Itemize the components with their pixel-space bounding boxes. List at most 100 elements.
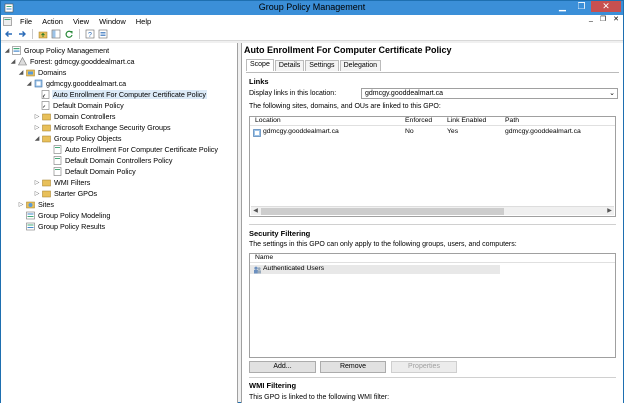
up-folder-button[interactable]	[38, 29, 48, 39]
remove-button[interactable]: Remove	[320, 361, 386, 373]
collapse-icon[interactable]: ◢	[25, 80, 33, 88]
links-listview[interactable]: Location Enforced Link Enabled Path gdmc…	[249, 116, 616, 217]
tab-settings[interactable]: Settings	[305, 60, 339, 71]
ou-folder-icon	[42, 113, 51, 121]
gpo-icon	[53, 167, 62, 176]
collapse-icon[interactable]: ◢	[33, 135, 41, 143]
minimize-button[interactable]: ▁	[553, 1, 572, 12]
tree-node-starter-gpos[interactable]: ▷ Starter GPOs	[33, 188, 98, 199]
tree-label: WMI Filters	[54, 178, 91, 187]
security-row[interactable]: Authenticated Users	[250, 265, 500, 274]
details-pane: Auto Enrollment For Computer Certificate…	[241, 43, 623, 403]
tree-node-gpo-folder[interactable]: ◢ Group Policy Objects	[33, 133, 123, 144]
expand-icon[interactable]: ▷	[33, 190, 41, 198]
forward-button[interactable]	[17, 29, 27, 39]
tab-scope[interactable]: Scope	[246, 59, 274, 71]
close-button[interactable]: ✕	[591, 1, 621, 12]
expand-icon[interactable]: ▷	[33, 113, 41, 121]
expand-icon[interactable]: ▷	[17, 201, 25, 209]
show-hide-tree-button[interactable]	[51, 29, 61, 39]
scroll-left-icon[interactable]: ◀	[251, 207, 260, 216]
gpo-icon	[53, 145, 62, 154]
column-name[interactable]: Name	[255, 254, 273, 261]
links-row[interactable]: gdmcgy.gooddealmart.ca No Yes gdmcgy.goo…	[250, 128, 615, 137]
child-minimize-button[interactable]: _	[589, 15, 593, 23]
scroll-right-icon[interactable]: ▶	[605, 207, 614, 216]
tree-node-root[interactable]: ◢ Group Policy Management	[3, 45, 110, 56]
column-link-enabled[interactable]: Link Enabled	[447, 117, 486, 124]
display-links-value: gdmcgy.gooddealmart.ca	[365, 90, 444, 97]
tree-label: Sites	[38, 200, 54, 209]
tree-label: Default Domain Policy	[53, 101, 124, 110]
folder-up-icon	[38, 31, 48, 38]
maximize-button[interactable]: ❐	[572, 1, 591, 12]
linked-description: The following sites, domains, and OUs ar…	[249, 103, 441, 110]
add-button[interactable]: Add...	[249, 361, 316, 373]
properties-button[interactable]: Properties	[391, 361, 457, 373]
link-enforced: No	[405, 128, 414, 135]
collapse-icon[interactable]: ◢	[9, 58, 17, 66]
expand-icon[interactable]: ▷	[33, 124, 41, 132]
tree-node-domains[interactable]: ◢ Domains	[17, 67, 67, 78]
properties-toolbar-button[interactable]	[98, 29, 108, 39]
security-list-header: Name	[250, 254, 615, 263]
child-close-button[interactable]: ✕	[613, 15, 619, 23]
title-bar: Group Policy Management ▁ ❐ ✕	[1, 1, 623, 15]
refresh-button[interactable]	[64, 29, 74, 39]
tab-delegation[interactable]: Delegation	[339, 60, 382, 71]
section-divider	[249, 224, 616, 225]
results-icon	[26, 222, 35, 231]
tree-node-forest[interactable]: ◢ Forest: gdmcgy.gooddealmart.ca	[9, 56, 136, 67]
wmi-filtering-description: This GPO is linked to the following WMI …	[249, 394, 390, 401]
tree-node-modeling[interactable]: Group Policy Modeling	[26, 210, 111, 221]
tree-label: Group Policy Modeling	[38, 211, 111, 220]
forward-arrow-icon	[19, 30, 26, 37]
refresh-icon	[65, 30, 73, 38]
menu-view[interactable]: View	[68, 17, 94, 26]
menu-action[interactable]: Action	[37, 17, 68, 26]
child-restore-button[interactable]: ❐	[600, 15, 606, 23]
back-button[interactable]	[4, 29, 14, 39]
display-links-dropdown[interactable]: gdmcgy.gooddealmart.ca ⌄	[361, 88, 618, 99]
tree-node-domain-controllers[interactable]: ▷ Domain Controllers	[33, 111, 117, 122]
scroll-thumb[interactable]	[261, 208, 504, 215]
menu-help[interactable]: Help	[131, 17, 156, 26]
tree-node-gpo-default-dc[interactable]: Default Domain Controllers Policy	[53, 155, 173, 166]
tab-details[interactable]: Details	[274, 60, 305, 71]
security-filtering-list[interactable]: Name Authenticated Users	[249, 253, 616, 358]
collapse-icon[interactable]: ◢	[17, 69, 25, 77]
tree-node-results[interactable]: Group Policy Results	[26, 221, 106, 232]
column-location[interactable]: Location	[255, 117, 281, 124]
collapse-icon[interactable]: ◢	[3, 47, 11, 55]
tree-node-wmi-filters[interactable]: ▷ WMI Filters	[33, 177, 91, 188]
tree-node-gpo-default-domain[interactable]: Default Domain Policy	[53, 166, 137, 177]
gpo-title: Auto Enrollment For Computer Certificate…	[244, 45, 452, 55]
tree-node-default-domain-policy[interactable]: Default Domain Policy	[41, 100, 125, 111]
section-divider	[249, 377, 616, 378]
column-enforced[interactable]: Enforced	[405, 117, 432, 124]
folder-icon	[42, 179, 51, 187]
tree-label: Default Domain Controllers Policy	[65, 156, 173, 165]
links-horizontal-scrollbar[interactable]: ◀ ▶	[251, 206, 614, 215]
menu-bar: File Action View Window Help _ ❐ ✕	[1, 15, 623, 27]
tree-node-exchange-groups[interactable]: ▷ Microsoft Exchange Security Groups	[33, 122, 172, 133]
tree-label: Starter GPOs	[54, 189, 98, 198]
help-button[interactable]: ?	[85, 29, 95, 39]
help-icon: ?	[85, 29, 95, 38]
tree-node-domain[interactable]: ◢ gdmcgy.gooddealmart.ca	[25, 78, 127, 89]
tree-node-auto-enroll-link[interactable]: Auto Enrollment For Computer Certificate…	[41, 89, 207, 100]
sites-icon	[26, 201, 35, 209]
tree-label: Auto Enrollment For Computer Certificate…	[65, 145, 218, 154]
display-links-label: Display links in this location:	[249, 90, 337, 97]
tree-label: Default Domain Policy	[65, 167, 136, 176]
tree-node-gpo-auto-enroll[interactable]: Auto Enrollment For Computer Certificate…	[53, 144, 219, 155]
column-path[interactable]: Path	[505, 117, 519, 124]
tree-label: Auto Enrollment For Computer Certificate…	[52, 90, 207, 99]
tree-node-sites[interactable]: ▷ Sites	[17, 199, 55, 210]
expand-icon[interactable]: ▷	[33, 179, 41, 187]
menu-window[interactable]: Window	[94, 17, 131, 26]
menu-file[interactable]: File	[15, 17, 37, 26]
restore-icon: ❐	[577, 1, 586, 11]
folder-icon	[42, 190, 51, 198]
security-filtering-description: The settings in this GPO can only apply …	[249, 241, 517, 248]
